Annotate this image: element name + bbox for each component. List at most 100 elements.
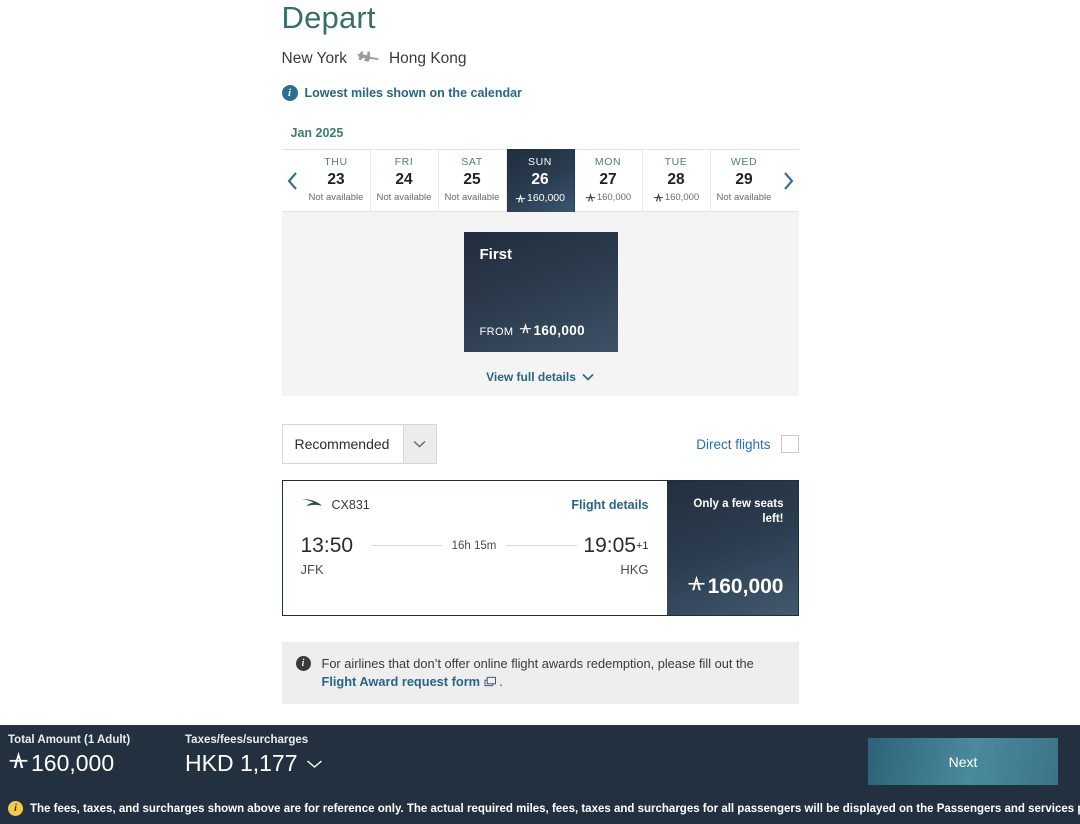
calendar-day-miles: 160,000 [653, 192, 699, 203]
departure-block: 13:50 JFK [301, 534, 365, 577]
calendar-day-miles: 160,000 [515, 192, 565, 204]
fare-card-first[interactable]: First FROM 160,000 [463, 232, 618, 352]
calendar-day-25[interactable]: SAT 25 Not available [439, 150, 507, 211]
view-full-details-label: View full details [486, 370, 576, 384]
sort-select-value: Recommended [294, 436, 390, 452]
arrival-time: 19:05+1 [583, 534, 648, 558]
flight-number: CX831 [331, 498, 370, 512]
arrival-airport: HKG [620, 562, 649, 577]
flight-header: CX831 Flight details [300, 496, 649, 514]
direct-flights-filter: Direct flights [696, 435, 799, 453]
calendar-day-status: 160,000 [575, 192, 642, 206]
calendar-day-number: 26 [531, 171, 549, 188]
notice-text-after: . [499, 674, 503, 689]
origin-city: New York [281, 50, 347, 67]
airline-info: CX831 [300, 496, 370, 514]
asia-miles-icon [519, 322, 532, 338]
departure-time: 13:50 [300, 534, 354, 557]
calendar-month-label: Jan 2025 [290, 126, 344, 140]
calendar-day-number: 24 [395, 171, 413, 188]
fare-from-label: FROM [479, 326, 514, 338]
fare-panel: First FROM 160,000 View full details [281, 212, 799, 396]
calendar-days: THU 23 Not available FRI 24 Not available SAT 2… [303, 149, 778, 212]
calendar-day-weekday: THU [324, 156, 348, 168]
next-button[interactable]: Next [868, 738, 1058, 785]
calendar-day-29[interactable]: WED 29 Not available [711, 150, 778, 211]
flight-result-card: CX831 Flight details 13:50 JFK 16h 15m 1… [281, 480, 799, 616]
arrival-time-value: 19:05 [583, 534, 636, 557]
airplane-icon [357, 51, 379, 67]
direct-flights-label[interactable]: Direct flights [696, 437, 770, 452]
lowest-miles-label: Lowest miles shown on the calendar [304, 86, 522, 100]
taxes-value-row[interactable]: HKD 1,177 [185, 750, 323, 777]
calendar-day-status: 160,000 [643, 192, 710, 206]
info-icon: i [281, 85, 298, 101]
flight-details-link[interactable]: Flight details [571, 498, 648, 512]
calendar-day-status: Not available [308, 192, 364, 203]
route-summary: New York Hong Kong [282, 50, 799, 68]
departure-airport: JFK [300, 562, 324, 577]
lowest-miles-note: i Lowest miles shown on the calendar [281, 85, 799, 101]
calendar-day-weekday: SUN [528, 156, 552, 168]
flight-price: 160,000 [687, 574, 784, 599]
calendar-day-23[interactable]: THU 23 Not available [303, 150, 371, 211]
duration-block: 16h 15m [365, 534, 584, 558]
chevron-down-icon [306, 759, 322, 768]
info-icon: i [295, 656, 311, 671]
chevron-down-icon [402, 425, 436, 463]
filter-bar: Recommended Direct flights [281, 424, 799, 464]
main-content: Depart New York Hong Kong i Lowest miles… [281, 0, 799, 704]
footer-totals: Total Amount (1 Adult) 160,000 Taxes/fee… [0, 725, 1080, 795]
calendar-prev-button[interactable] [282, 150, 303, 211]
notice-text: For airlines that don’t offer online fli… [322, 655, 754, 691]
notice-text-before: For airlines that don’t offer online fli… [321, 656, 754, 671]
direct-flights-checkbox[interactable] [780, 435, 799, 453]
flight-duration: 16h 15m [441, 540, 507, 552]
calendar-day-26[interactable]: SUN 26 160,000 [506, 149, 575, 212]
view-full-details-link[interactable]: View full details [282, 370, 799, 384]
calendar-next-button[interactable] [778, 150, 799, 211]
chevron-down-icon [582, 373, 594, 381]
flight-times: 13:50 JFK 16h 15m 19:05+1 HKG [301, 534, 649, 577]
taxes-block: Taxes/fees/surcharges HKD 1,177 [0, 734, 323, 777]
calendar-day-miles: 160,000 [585, 192, 631, 203]
calendar-day-28[interactable]: TUE 28 160,000 [643, 150, 711, 211]
external-window-icon[interactable] [484, 674, 500, 689]
flight-info: CX831 Flight details 13:50 JFK 16h 15m 1… [283, 481, 667, 615]
calendar-day-number: 28 [667, 171, 685, 188]
sort-select[interactable]: Recommended [281, 424, 437, 464]
calendar-strip: THU 23 Not available FRI 24 Not available SAT 2… [281, 149, 799, 212]
calendar-day-status: Not available [376, 192, 432, 203]
calendar-day-27[interactable]: MON 27 160,000 [575, 150, 643, 211]
cathay-brushwing-icon [300, 496, 323, 514]
fare-cabin-label: First [479, 246, 513, 263]
flight-price-value: 160,000 [707, 574, 784, 598]
arrival-day-offset: +1 [635, 540, 649, 552]
calendar-day-status: 160,000 [507, 192, 574, 207]
calendar-day-24[interactable]: FRI 24 Not available [371, 150, 439, 211]
calendar-day-weekday: SAT [461, 156, 483, 168]
seats-left-notice: Only a few seats left! [693, 498, 784, 525]
calendar-day-number: 25 [463, 171, 481, 188]
taxes-label: Taxes/fees/surcharges [185, 734, 309, 746]
page-title: Depart [281, 0, 376, 35]
flight-price-panel[interactable]: Only a few seats left! 160,000 [666, 481, 798, 615]
calendar-day-number: 27 [599, 171, 617, 188]
asia-miles-icon [687, 574, 706, 599]
calendar-day-weekday: FRI [394, 156, 414, 168]
checkout-footer: Total Amount (1 Adult) 160,000 Taxes/fee… [0, 725, 1080, 824]
calendar-day-weekday: MON [594, 156, 622, 168]
footer-disclaimer: i The fees, taxes, and surcharges shown … [0, 801, 1080, 816]
award-request-notice: i For airlines that don’t offer online f… [281, 642, 799, 704]
taxes-value: HKD 1,177 [185, 750, 298, 776]
calendar-day-number: 23 [327, 171, 345, 188]
calendar-day-status: Not available [716, 192, 772, 203]
destination-city: Hong Kong [388, 50, 467, 67]
booking-page: Depart New York Hong Kong i Lowest miles… [0, 0, 1080, 824]
flight-award-form-link[interactable]: Flight Award request form [322, 674, 481, 689]
calendar-day-status: Not available [444, 192, 500, 203]
calendar-day-weekday: TUE [664, 156, 688, 168]
fare-miles-value: 160,000 [519, 322, 585, 338]
calendar-day-number: 29 [735, 171, 753, 188]
calendar-day-weekday: WED [730, 156, 758, 168]
